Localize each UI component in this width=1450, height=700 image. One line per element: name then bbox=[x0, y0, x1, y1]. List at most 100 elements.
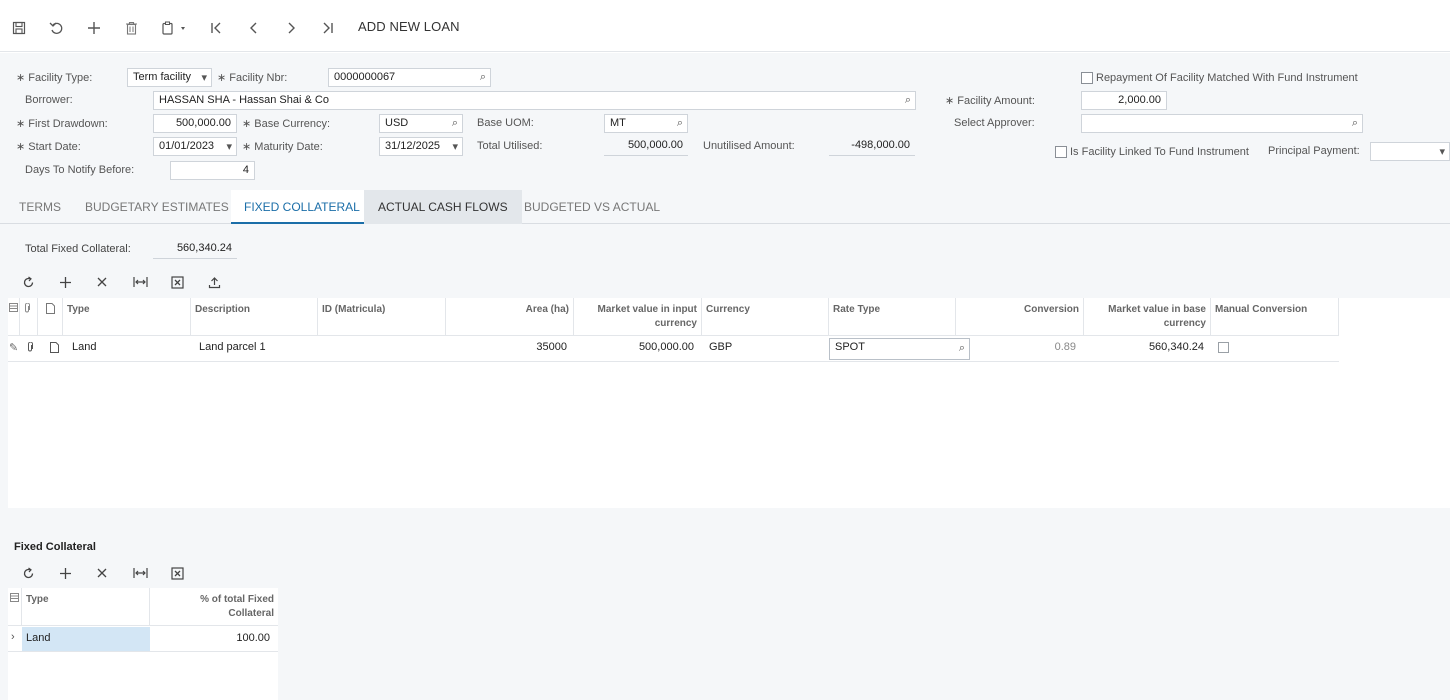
col-conversion[interactable]: Conversion bbox=[956, 298, 1084, 336]
facility-nbr-field[interactable]: 0000000067 ⌕ bbox=[328, 68, 491, 87]
add-new-loan-button[interactable]: ADD NEW LOAN bbox=[358, 19, 460, 34]
delete-row-icon[interactable] bbox=[92, 272, 112, 292]
dropdown-arrow-icon: ▾ bbox=[1439, 146, 1445, 158]
cell-market-value-input[interactable]: 500,000.00 bbox=[574, 336, 698, 360]
unutilised-amount-label: Unutilised Amount: bbox=[703, 140, 795, 152]
col-currency[interactable]: Currency bbox=[702, 298, 829, 336]
search-icon[interactable]: ⌕ bbox=[905, 94, 911, 107]
base-uom-field[interactable]: MT ⌕ bbox=[604, 114, 688, 133]
repayment-matched-checkbox[interactable] bbox=[1081, 72, 1093, 84]
borrower-value: HASSAN SHA - Hassan Shai & Co bbox=[159, 94, 329, 106]
next-record-icon[interactable] bbox=[280, 17, 302, 39]
linked-fund-checkbox[interactable] bbox=[1055, 146, 1067, 158]
maturity-date-field[interactable]: 31/12/2025 ▾ bbox=[379, 137, 463, 156]
facility-nbr-value: 0000000067 bbox=[334, 71, 396, 83]
col-market-value-base[interactable]: Market value in base currency bbox=[1084, 298, 1211, 336]
search-icon[interactable]: ⌕ bbox=[677, 117, 683, 130]
first-drawdown-field[interactable]: 500,000.00 bbox=[153, 114, 237, 133]
repayment-matched-label: Repayment Of Facility Matched With Fund … bbox=[1096, 72, 1358, 84]
facility-amount-field[interactable]: 2,000.00 bbox=[1081, 91, 1167, 110]
principal-payment-select[interactable]: ▾ bbox=[1370, 142, 1450, 161]
days-notify-field[interactable]: 4 bbox=[170, 161, 255, 180]
base-currency-value: USD bbox=[385, 117, 409, 129]
search-icon[interactable]: ⌕ bbox=[452, 117, 458, 130]
col-area[interactable]: Area (ha) bbox=[446, 298, 574, 336]
col-description[interactable]: Description bbox=[191, 298, 318, 336]
loan-header-form: Facility Type: Term facility ▾ Facility … bbox=[0, 53, 1450, 190]
start-date-label: Start Date: bbox=[16, 140, 81, 153]
table-row[interactable]: › Land 100.00 bbox=[8, 627, 278, 652]
fixed-collateral-section-title: Fixed Collateral bbox=[14, 541, 96, 553]
tab-budgetary-estimates[interactable]: BUDGETARY ESTIMATES bbox=[72, 190, 242, 224]
save-icon[interactable] bbox=[8, 17, 30, 39]
export-excel-icon[interactable] bbox=[167, 272, 187, 292]
tab-actual-cash-flows[interactable]: ACTUAL CASH FLOWS bbox=[364, 190, 522, 224]
cell-percent-total[interactable]: 100.00 bbox=[150, 627, 278, 651]
search-icon[interactable]: ⌕ bbox=[1352, 117, 1358, 130]
facility-amount-label: Facility Amount: bbox=[945, 94, 1035, 107]
dropdown-arrow-icon[interactable]: ▾ bbox=[226, 140, 232, 153]
total-fixed-collateral-value: 560,340.24 bbox=[153, 240, 237, 259]
facility-type-value: Term facility bbox=[133, 71, 192, 83]
borrower-field[interactable]: HASSAN SHA - Hassan Shai & Co ⌕ bbox=[153, 91, 916, 110]
cell-description[interactable]: Land parcel 1 bbox=[195, 336, 315, 360]
manual-conversion-checkbox[interactable] bbox=[1218, 342, 1229, 353]
dropdown-arrow-icon[interactable]: ▾ bbox=[452, 140, 458, 153]
first-record-icon[interactable] bbox=[205, 17, 227, 39]
copy-paste-icon[interactable] bbox=[158, 17, 190, 39]
undo-icon[interactable] bbox=[45, 17, 67, 39]
col-id-matricula[interactable]: ID (Matricula) bbox=[318, 298, 446, 336]
select-approver-field[interactable]: ⌕ bbox=[1081, 114, 1363, 133]
cell-area[interactable]: 35000 bbox=[446, 336, 571, 360]
base-uom-label: Base UOM: bbox=[477, 117, 534, 129]
fit-columns-icon[interactable] bbox=[130, 563, 150, 583]
cell-id-matricula[interactable] bbox=[322, 336, 442, 360]
col-type[interactable]: Type bbox=[22, 588, 150, 626]
select-approver-label: Select Approver: bbox=[954, 117, 1035, 129]
principal-payment-label: Principal Payment: bbox=[1268, 145, 1360, 157]
tab-terms[interactable]: TERMS bbox=[6, 190, 74, 224]
col-market-value-input[interactable]: Market value in input currency bbox=[574, 298, 702, 336]
base-currency-field[interactable]: USD ⌕ bbox=[379, 114, 463, 133]
previous-record-icon[interactable] bbox=[243, 17, 265, 39]
facility-type-select[interactable]: Term facility ▾ bbox=[127, 68, 212, 87]
refresh-icon[interactable] bbox=[18, 563, 38, 583]
col-rate-type[interactable]: Rate Type bbox=[829, 298, 956, 336]
upload-icon[interactable] bbox=[204, 272, 224, 292]
first-drawdown-label: First Drawdown: bbox=[16, 117, 107, 130]
cell-type[interactable]: Land bbox=[22, 627, 150, 651]
maturity-date-label: Maturity Date: bbox=[242, 140, 322, 153]
last-record-icon[interactable] bbox=[317, 17, 339, 39]
column-config-icon[interactable] bbox=[8, 588, 22, 626]
add-row-icon[interactable] bbox=[55, 563, 75, 583]
attachment-icon[interactable] bbox=[26, 336, 40, 360]
cell-type[interactable]: Land bbox=[68, 336, 188, 360]
delete-row-icon[interactable] bbox=[92, 563, 112, 583]
base-uom-value: MT bbox=[610, 117, 626, 129]
table-row[interactable]: ✎ Land Land parcel 1 35000 500,000.00 GB… bbox=[8, 336, 1339, 362]
delete-icon[interactable] bbox=[120, 17, 142, 39]
export-excel-icon[interactable] bbox=[167, 563, 187, 583]
start-date-field[interactable]: 01/01/2023 ▾ bbox=[153, 137, 237, 156]
row-selector-header[interactable] bbox=[8, 298, 20, 336]
add-row-icon[interactable] bbox=[55, 272, 75, 292]
rate-type-input[interactable]: SPOT ⌕ bbox=[829, 338, 970, 360]
col-type[interactable]: Type bbox=[63, 298, 191, 336]
fixed-collateral-summary-grid: Type % of total Fixed Collateral › Land … bbox=[8, 588, 278, 700]
chevron-right-icon[interactable]: › bbox=[8, 627, 22, 651]
fit-columns-icon[interactable] bbox=[130, 272, 150, 292]
refresh-icon[interactable] bbox=[18, 272, 38, 292]
note-icon[interactable] bbox=[50, 336, 64, 360]
col-manual-conversion[interactable]: Manual Conversion bbox=[1211, 298, 1339, 336]
cell-market-value-base: 560,340.24 bbox=[1148, 341, 1204, 353]
linked-fund-label: Is Facility Linked To Fund Instrument bbox=[1070, 146, 1249, 158]
tab-budgeted-vs-actual[interactable]: BUDGETED VS ACTUAL bbox=[511, 190, 673, 224]
col-percent-total[interactable]: % of total Fixed Collateral bbox=[150, 588, 278, 626]
search-icon[interactable]: ⌕ bbox=[480, 71, 486, 84]
tab-fixed-collateral[interactable]: FIXED COLLATERAL bbox=[231, 190, 373, 224]
base-currency-label: Base Currency: bbox=[242, 117, 330, 130]
row-edit-indicator-icon: ✎ bbox=[9, 342, 19, 354]
facility-type-label: Facility Type: bbox=[16, 71, 92, 84]
cell-currency[interactable]: GBP bbox=[705, 336, 825, 360]
add-icon[interactable] bbox=[83, 17, 105, 39]
